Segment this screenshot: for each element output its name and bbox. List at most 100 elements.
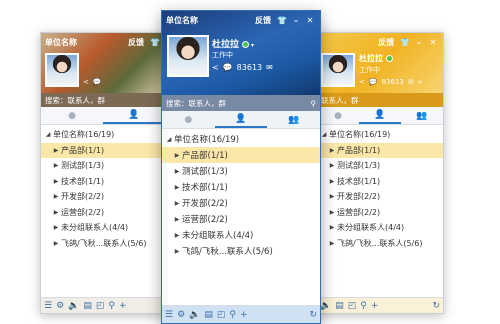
feedback-link[interactable]: 反馈 [128, 37, 144, 48]
skin-icon[interactable]: 👕 [276, 14, 288, 26]
minimize-icon[interactable]: – [413, 36, 425, 48]
tab-groups[interactable]: 👥 [267, 111, 320, 128]
share-icon[interactable]: < [83, 78, 89, 86]
group-icon: 👥 [416, 110, 428, 121]
search-icon[interactable]: ⚲ [229, 310, 236, 320]
tree-group[interactable]: ▶ 测试部(1/3) [317, 158, 443, 174]
caret-right-icon: ▶ [53, 239, 59, 247]
tree-label: 技术部(1/1) [337, 176, 381, 186]
tree-group[interactable]: ▶ 运营部(2/2) [41, 205, 165, 221]
skin-icon[interactable]: 👕 [149, 36, 161, 48]
chat-bubble-icon[interactable]: 💬 [223, 63, 233, 72]
share-icon[interactable]: < [359, 78, 365, 86]
tree-group[interactable]: ▶ 运营部(2/2) [317, 205, 443, 221]
tree-label: 测试部(1/3) [337, 161, 381, 171]
tab-contacts[interactable]: 👤 [359, 107, 401, 124]
caret-right-icon: ▶ [329, 146, 335, 154]
app-icon[interactable]: ◰ [348, 301, 357, 311]
search-icon[interactable]: ⚲ [360, 301, 367, 311]
tree-label: 开发部(2/2) [182, 199, 228, 209]
caret-right-icon: ▶ [53, 146, 59, 154]
more-icon[interactable]: » [418, 78, 422, 86]
bottom-toolbar: 🔈 ▤ ◰ ⚲ + ↻ [317, 297, 443, 313]
search-input[interactable]: 搜索：联系人，群 [45, 95, 105, 106]
tree-root[interactable]: ◢ 单位名称(16/19) [317, 127, 443, 143]
settings-icon[interactable]: ⚙ [56, 301, 64, 311]
user-status[interactable]: 工作中 [359, 65, 380, 75]
tree-group[interactable]: ▶ 飞鸽/飞秋...联系人(5/6) [317, 236, 443, 252]
tree-group[interactable]: ▶ 开发部(2/2) [162, 195, 320, 211]
group-icon: 👥 [288, 114, 300, 125]
chevron-down-icon[interactable]: ▾ [251, 42, 254, 49]
folder-icon[interactable]: ▤ [335, 301, 344, 311]
search-icon[interactable]: ⚲ [108, 301, 115, 311]
search-bar[interactable]: 联系人，群 [317, 93, 443, 107]
tab-contacts[interactable]: 👤 [103, 107, 165, 124]
volume-icon[interactable]: 🔈 [189, 310, 200, 320]
tree-group[interactable]: ▶ 运营部(2/2) [162, 211, 320, 227]
profile-tools: < 💬 [83, 78, 102, 86]
tree-group[interactable]: ▶ 飞鸽/飞秋...联系人(5/6) [162, 243, 320, 259]
caret-right-icon: ▶ [329, 177, 335, 185]
search-bar[interactable]: 搜索：联系人，群 ⚲ [162, 95, 320, 111]
add-icon[interactable]: + [240, 310, 248, 320]
tab-contacts[interactable]: 👤 [214, 111, 268, 128]
user-status[interactable]: 工作中 [212, 50, 233, 60]
close-icon[interactable]: ✕ [427, 36, 439, 48]
tree-group[interactable]: ▶ 技术部(1/1) [162, 179, 320, 195]
tree-group[interactable]: ▶ 产品部(1/1) [317, 142, 443, 158]
settings-icon[interactable]: ⚙ [177, 310, 185, 320]
tree-label: 单位名称(16/19) [174, 135, 240, 145]
search-bar[interactable]: 搜索：联系人，群 [41, 93, 165, 107]
minimize-icon[interactable]: – [290, 14, 302, 26]
menu-icon[interactable]: ☰ [44, 301, 52, 311]
avatar[interactable] [321, 53, 355, 87]
tree-root[interactable]: ◢ 单位名称(16/19) [162, 131, 320, 147]
tree-label: 运营部(2/2) [182, 215, 228, 225]
mail-icon[interactable]: ✉ [408, 78, 414, 86]
tree-group[interactable]: ▶ 未分组联系人(4/4) [317, 220, 443, 236]
chat-bubble-icon[interactable]: 💬 [369, 78, 378, 86]
search-input[interactable]: 搜索：联系人，群 [166, 98, 226, 109]
app-icon[interactable]: ◰ [217, 310, 226, 320]
folder-icon[interactable]: ▤ [204, 310, 213, 320]
tab-recent-chats[interactable]: ● [317, 107, 359, 124]
tree-group[interactable]: ▶ 飞鸽/飞秋...联系人(5/6) [41, 236, 165, 252]
add-icon[interactable]: + [119, 301, 127, 311]
mail-icon[interactable]: ✉ [266, 63, 273, 72]
volume-icon[interactable]: 🔈 [320, 301, 331, 311]
menu-icon[interactable]: ☰ [165, 310, 173, 320]
tree-group[interactable]: ▶ 开发部(2/2) [41, 189, 165, 205]
volume-icon[interactable]: 🔈 [68, 301, 79, 311]
tree-group[interactable]: ▶ 技术部(1/1) [317, 174, 443, 190]
tree-group[interactable]: ▶ 产品部(1/1) [162, 147, 320, 163]
feedback-link[interactable]: 反馈 [255, 15, 271, 26]
chat-bubble-icon[interactable]: 💬 [93, 78, 102, 86]
tree-root[interactable]: ◢ 单位名称(16/19) [41, 127, 165, 143]
refresh-icon[interactable]: ↻ [432, 301, 440, 311]
search-input[interactable]: 联系人，群 [321, 95, 359, 106]
tree-label: 未分组联系人(4/4) [61, 223, 129, 233]
feedback-link[interactable]: 反馈 [378, 37, 394, 48]
tab-recent-chats[interactable]: ● [162, 111, 215, 128]
tree-group[interactable]: ▶ 产品部(1/1) [41, 142, 165, 158]
tree-group[interactable]: ▶ 测试部(1/3) [162, 163, 320, 179]
skin-icon[interactable]: 👕 [399, 36, 411, 48]
folder-icon[interactable]: ▤ [83, 301, 92, 311]
tree-group[interactable]: ▶ 未分组联系人(4/4) [41, 220, 165, 236]
tab-groups[interactable]: 👥 [401, 107, 443, 124]
tree-group[interactable]: ▶ 开发部(2/2) [317, 189, 443, 205]
tree-group[interactable]: ▶ 未分组联系人(4/4) [162, 227, 320, 243]
refresh-icon[interactable]: ↻ [309, 310, 317, 320]
avatar[interactable] [167, 35, 209, 77]
app-icon[interactable]: ◰ [96, 301, 105, 311]
close-icon[interactable]: ✕ [304, 14, 316, 26]
tree-label: 开发部(2/2) [61, 192, 105, 202]
share-icon[interactable]: < [212, 63, 219, 72]
add-icon[interactable]: + [371, 301, 379, 311]
tree-group[interactable]: ▶ 测试部(1/3) [41, 158, 165, 174]
tab-recent-chats[interactable]: ● [41, 107, 103, 124]
avatar[interactable] [45, 53, 79, 87]
tree-group[interactable]: ▶ 技术部(1/1) [41, 174, 165, 190]
search-icon[interactable]: ⚲ [311, 99, 317, 108]
